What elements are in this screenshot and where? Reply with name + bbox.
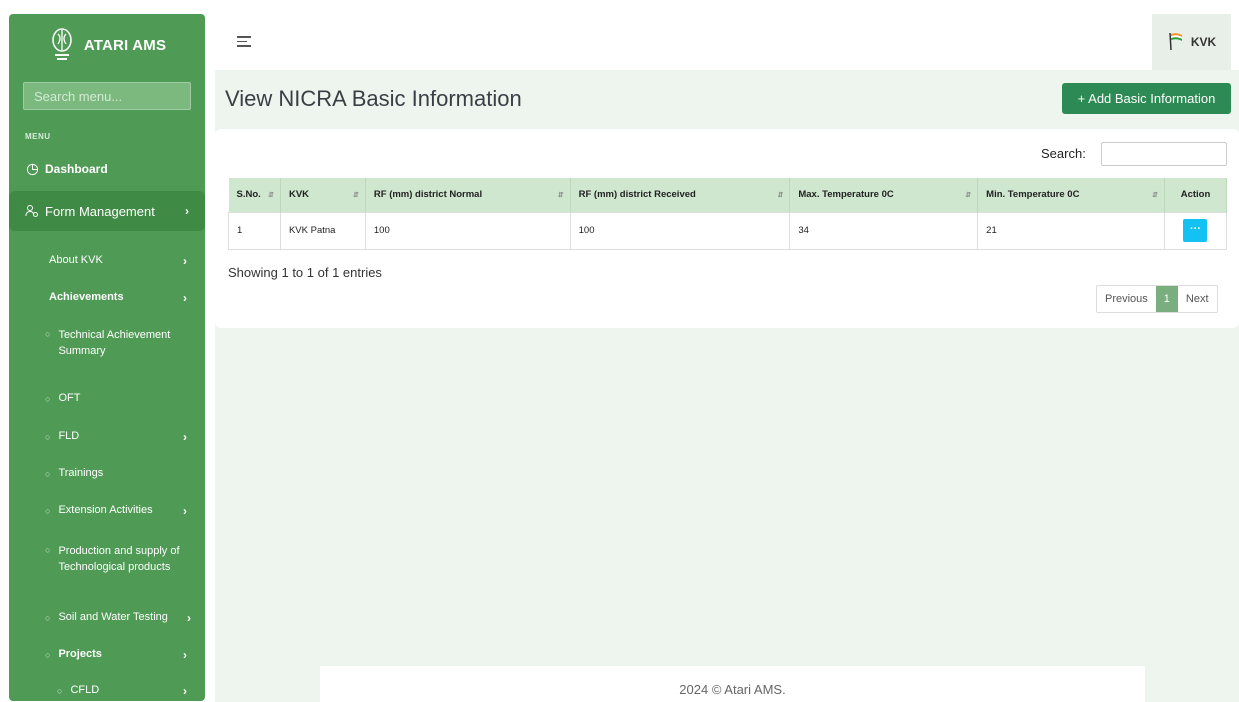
user-name: KVK (1190, 35, 1217, 49)
cell-kvk: KVK Patna (279, 211, 366, 250)
menu-section-label: MENU (25, 132, 51, 141)
sidebar-item-technical-achievement-summary[interactable]: ○ Technical Achievement Summary (9, 327, 205, 359)
column-header-min-temp[interactable]: Min. Temperature 0C ⇵ (977, 178, 1165, 212)
sidebar-item-about-kvk[interactable]: About KVK › (9, 254, 205, 268)
column-header-rf-received[interactable]: RF (mm) district Received ⇵ (570, 178, 791, 212)
sort-icon: ⇵ (268, 192, 274, 199)
users-gear-icon (25, 204, 39, 218)
sidebar-item-label: Technical Achievement Summary (58, 329, 171, 357)
chevron-right-icon: › (183, 684, 187, 698)
sidebar-item-trainings[interactable]: ○ Trainings (9, 467, 205, 481)
chevron-right-icon: › (185, 204, 189, 218)
bullet-icon: ○ (45, 469, 51, 479)
sort-icon: ⇵ (965, 192, 972, 199)
bullet-icon: ○ (45, 545, 51, 555)
pagination: Previous 1 Next (1096, 285, 1218, 313)
sidebar-item-label: OFT (58, 392, 81, 404)
topbar: KVK (215, 14, 1231, 70)
brand-title: ATARI AMS (83, 36, 167, 54)
table-search-input[interactable] (1101, 142, 1227, 166)
sort-icon: ⇵ (777, 192, 784, 199)
sidebar-item-label: Trainings (58, 467, 104, 479)
chevron-right-icon: › (183, 648, 187, 662)
chevron-right-icon: › (187, 611, 191, 625)
india-flag-icon (1167, 31, 1185, 54)
sidebar: ATARI AMS Search menu... MENU Dashboard … (9, 14, 205, 701)
sidebar-item-dashboard[interactable]: Dashboard (9, 159, 205, 179)
sidebar-item-achievements[interactable]: Achievements › (9, 291, 205, 305)
cell-max-temp: 34 (789, 211, 979, 250)
pie-chart-icon (25, 162, 39, 176)
cell-sno: 1 (228, 211, 281, 250)
brand[interactable]: ATARI AMS (9, 14, 205, 76)
sidebar-item-label: About KVK (49, 254, 103, 266)
chevron-right-icon: › (183, 291, 187, 305)
column-header-max-temp[interactable]: Max. Temperature 0C ⇵ (789, 178, 979, 212)
user-menu[interactable]: KVK (1152, 14, 1231, 70)
sort-icon: ⇵ (557, 192, 564, 199)
sidebar-item-soil-and-water-testing[interactable]: ○ Soil and Water Testing › (9, 611, 205, 625)
sidebar-item-form-management[interactable]: Form Management › (9, 191, 205, 231)
cell-rf-received: 100 (569, 211, 791, 250)
cell-min-temp: 21 (977, 211, 1165, 250)
sidebar-item-label: Production and supply of Technological p… (58, 545, 180, 573)
footer: 2024 © Atari AMS. (320, 666, 1145, 702)
bullet-icon: ○ (57, 686, 63, 696)
bullet-icon: ○ (45, 432, 51, 442)
sort-icon: ⇵ (353, 192, 359, 199)
sidebar-item-label: Dashboard (45, 162, 108, 176)
table-search-label: Search: (1041, 146, 1086, 161)
sidebar-item-label: Form Management (45, 203, 155, 219)
nicra-basic-info-table: S.No. ⇵ KVK ⇵ RF (mm) district Normal ⇵ RF … (228, 178, 1228, 250)
chevron-right-icon: › (183, 504, 187, 518)
bullet-icon: ○ (45, 394, 51, 404)
sidebar-item-label: Achievements (49, 291, 124, 303)
sidebar-item-label: Soil and Water Testing (58, 611, 168, 623)
icar-logo-icon (48, 25, 76, 65)
bullet-icon: ○ (45, 650, 51, 660)
cell-action: ··· (1163, 211, 1228, 250)
page-1-button[interactable]: 1 (1155, 286, 1178, 312)
cell-rf-normal: 100 (364, 211, 571, 250)
add-basic-information-button[interactable]: + Add Basic Information (1062, 83, 1231, 114)
next-page-button[interactable]: Next (1178, 286, 1217, 312)
bullet-icon: ○ (45, 613, 51, 623)
sidebar-item-extension-activities[interactable]: ○ Extension Activities › (9, 504, 205, 518)
column-header-sno[interactable]: S.No. ⇵ (228, 178, 281, 212)
chevron-right-icon: › (183, 430, 187, 444)
table-info: Showing 1 to 1 of 1 entries (228, 265, 382, 280)
sidebar-item-production-and-supply[interactable]: ○ Production and supply of Technological … (9, 543, 205, 575)
sort-icon: ⇵ (1152, 192, 1158, 199)
column-header-rf-normal[interactable]: RF (mm) district Normal ⇵ (365, 178, 571, 212)
sidebar-item-cfld[interactable]: ○ CFLD › (9, 684, 205, 698)
column-header-kvk[interactable]: KVK ⇵ (280, 178, 366, 212)
sidebar-item-label: CFLD (70, 684, 100, 696)
bullet-icon: ○ (45, 329, 51, 339)
page-title: View NICRA Basic Information (225, 86, 522, 111)
row-action-button[interactable]: ··· (1183, 219, 1208, 242)
sidebar-item-oft[interactable]: ○ OFT (9, 392, 205, 406)
column-header-action: Action (1164, 178, 1228, 212)
menu-toggle-icon[interactable] (237, 36, 251, 50)
chevron-right-icon: › (183, 254, 187, 268)
sidebar-item-label: Projects (58, 648, 102, 660)
bullet-icon: ○ (45, 506, 51, 516)
sidebar-item-label: FLD (58, 430, 80, 442)
sidebar-item-projects[interactable]: ○ Projects › (9, 648, 205, 662)
sidebar-item-label: Extension Activities (58, 504, 153, 516)
previous-page-button[interactable]: Previous (1097, 286, 1156, 312)
sidebar-item-fld[interactable]: ○ FLD › (9, 430, 205, 444)
menu-search-input[interactable]: Search menu... (23, 82, 191, 110)
table-row: 1 KVK Patna 100 100 34 21 ··· (228, 211, 1228, 250)
